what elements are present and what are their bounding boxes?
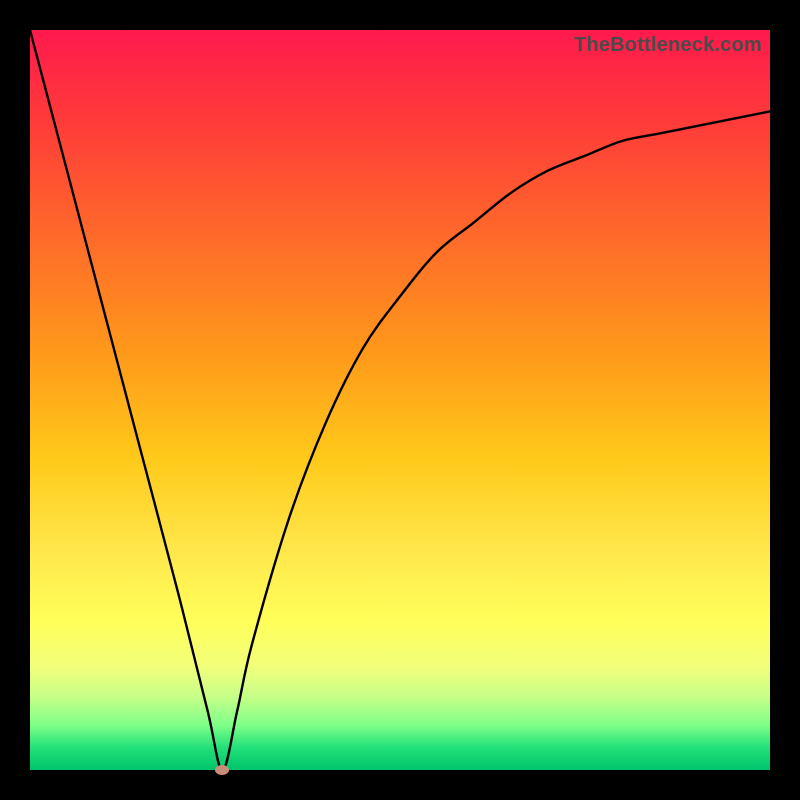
minimum-marker	[215, 765, 229, 775]
chart-frame: TheBottleneck.com	[0, 0, 800, 800]
bottleneck-curve-path	[30, 30, 770, 770]
plot-area: TheBottleneck.com	[30, 30, 770, 770]
curve-svg	[30, 30, 770, 770]
